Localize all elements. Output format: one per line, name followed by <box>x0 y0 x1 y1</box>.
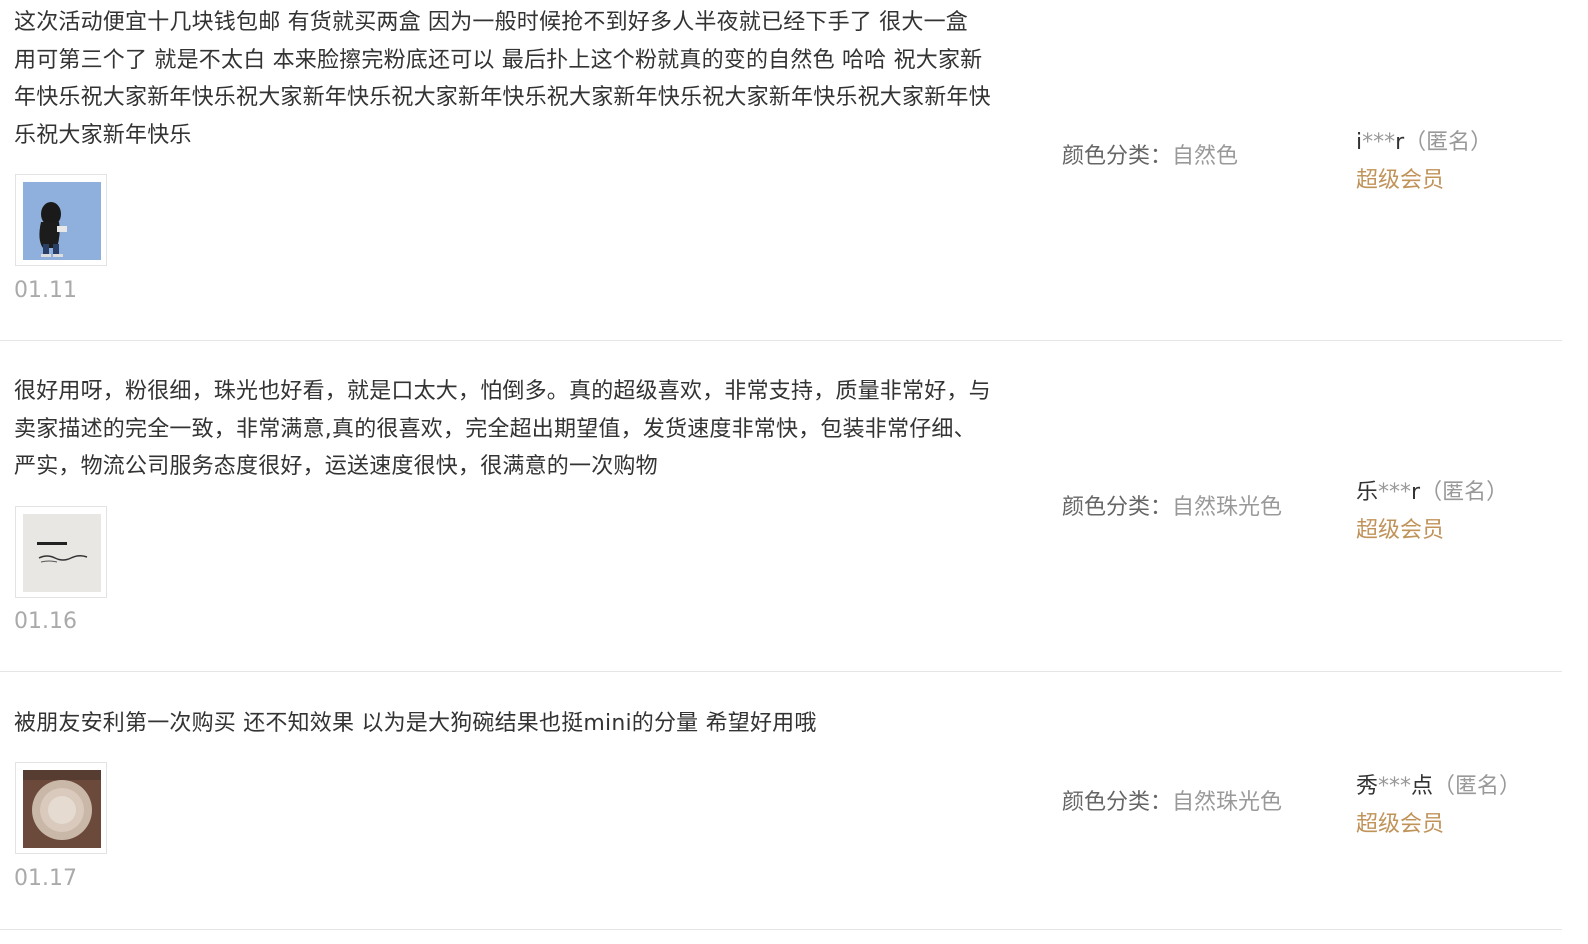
anonymous-tag: （匿名） <box>1433 774 1522 799</box>
reviewer-info: 秀***点（匿名） 超级会员 <box>1356 768 1521 838</box>
review-text: 这次活动便宜十几块钱包邮 有货就买两盒 因为一般时候抢不到好多人半夜就已经下手了… <box>14 10 991 148</box>
member-badge: 超级会员 <box>1356 812 1445 837</box>
reviewer-info: i***r（匿名） 超级会员 <box>1356 124 1492 194</box>
review-item: 这次活动便宜十几块钱包邮 有货就买两盒 因为一般时候抢不到好多人半夜就已经下手了… <box>0 0 1562 341</box>
sku-info: 颜色分类：自然珠光色 <box>1062 489 1282 521</box>
reviewer-name: 秀***点 <box>1356 774 1434 799</box>
member-badge: 超级会员 <box>1356 168 1445 193</box>
anonymous-tag: （匿名） <box>1420 480 1509 505</box>
sku-info: 颜色分类：自然色 <box>1062 138 1238 170</box>
sku-label: 颜色分类： <box>1062 790 1173 815</box>
reviewer-info: 乐***r（匿名） 超级会员 <box>1356 474 1508 544</box>
review-photo-thumbnail[interactable] <box>15 506 107 598</box>
sku-value: 自然珠光色 <box>1172 495 1283 520</box>
review-text: 很好用呀，粉很细，珠光也好看，就是口太大，怕倒多。真的超级喜欢，非常支持，质量非… <box>14 379 991 479</box>
member-badge: 超级会员 <box>1356 518 1445 543</box>
reviewer-name: 乐***r <box>1356 480 1421 505</box>
review-item: 被朋友安利第一次购买 还不知效果 以为是大狗碗结果也挺mini的分量 希望好用哦… <box>0 672 1562 930</box>
anonymous-tag: （匿名） <box>1404 130 1493 155</box>
sku-value: 自然色 <box>1172 144 1239 169</box>
photo-figure-icon <box>23 182 101 260</box>
photo-note-icon <box>23 514 101 592</box>
review-date: 01.16 <box>14 609 77 634</box>
review-photo-thumbnail[interactable] <box>15 174 107 266</box>
sku-label: 颜色分类： <box>1062 495 1173 520</box>
review-text: 被朋友安利第一次购买 还不知效果 以为是大狗碗结果也挺mini的分量 希望好用哦 <box>14 711 817 736</box>
review-photo-thumbnail[interactable] <box>15 762 107 854</box>
sku-label: 颜色分类： <box>1062 144 1173 169</box>
sku-value: 自然珠光色 <box>1172 790 1283 815</box>
review-date: 01.11 <box>14 278 77 303</box>
reviewer-name: i***r <box>1356 130 1405 155</box>
sku-info: 颜色分类：自然珠光色 <box>1062 784 1282 816</box>
review-item: 很好用呀，粉很细，珠光也好看，就是口太大，怕倒多。真的超级喜欢，非常支持，质量非… <box>0 341 1562 672</box>
photo-compact-icon <box>23 770 101 848</box>
review-date: 01.17 <box>14 866 77 891</box>
